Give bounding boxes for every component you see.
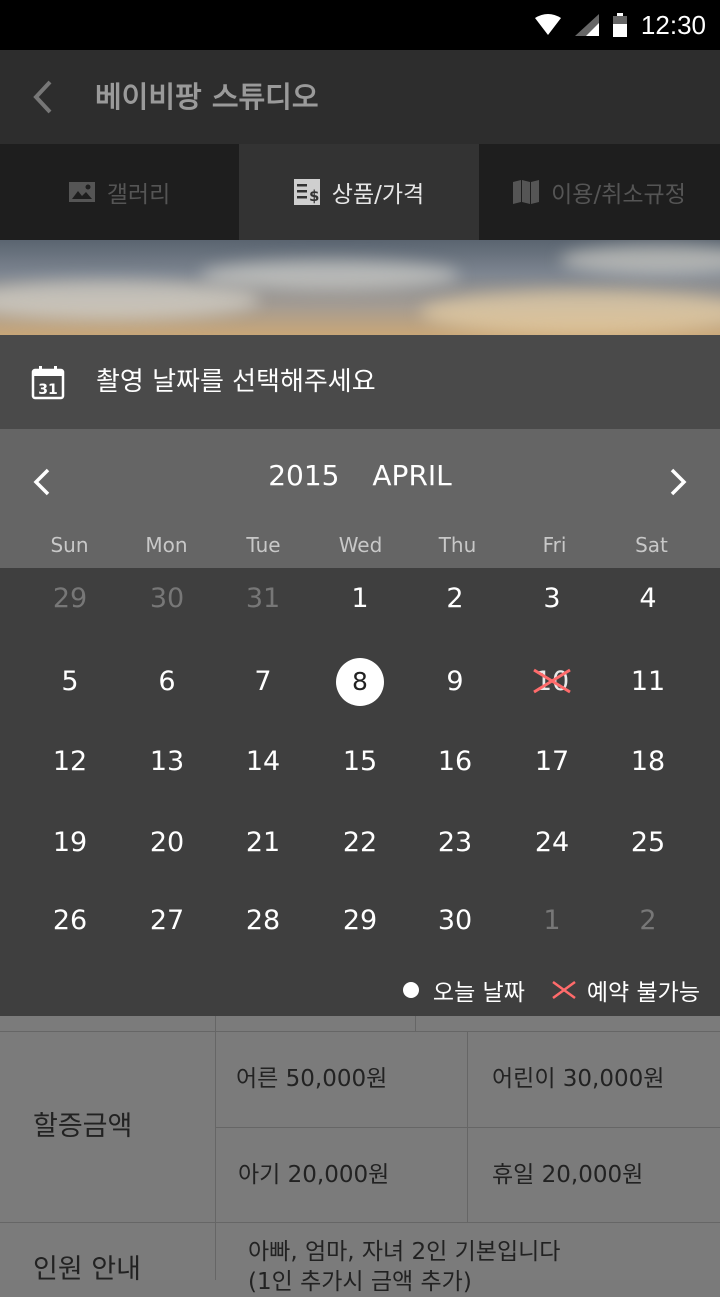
table-row bbox=[0, 1016, 720, 1032]
calendar-day[interactable]: 2 bbox=[425, 569, 485, 629]
calendar-day[interactable]: 23 bbox=[425, 813, 485, 873]
tab-label: 갤러리 bbox=[106, 182, 171, 208]
people-info-line: 아빠, 엄마, 자녀 2인 기본입니다 bbox=[248, 1239, 561, 1265]
month-name: APRIL bbox=[372, 459, 452, 492]
date-picker-header: 31 촬영 날짜를 선택해주세요 bbox=[0, 335, 720, 429]
calendar-day: 29 bbox=[52, 583, 88, 614]
calendar-day[interactable]: 20 bbox=[137, 813, 197, 873]
back-arrow-icon[interactable] bbox=[24, 74, 64, 120]
weekday-header: Sun Mon Tue Wed Thu Fri Sat bbox=[0, 533, 720, 557]
svg-text:31: 31 bbox=[38, 382, 57, 398]
receipt-dollar-icon: $ bbox=[293, 179, 320, 205]
calendar-day[interactable]: 1 bbox=[330, 569, 390, 629]
tab-bar: 갤러리 $ 상품/가격 이용/취소규정 bbox=[0, 144, 720, 240]
calendar-day[interactable]: 5 bbox=[40, 652, 100, 712]
calendar-day[interactable]: 27 bbox=[137, 891, 197, 951]
weekday-label: Sat bbox=[635, 533, 668, 557]
svg-text:$: $ bbox=[309, 187, 319, 205]
month-navigation: 2015 APRIL Sun Mon Tue Wed Thu Fri Sat bbox=[0, 429, 720, 568]
calendar-day: 1 bbox=[543, 905, 561, 936]
calendar-day-today[interactable]: 8 bbox=[336, 658, 384, 706]
page-title: 베이비팡 스튜디오 bbox=[95, 80, 319, 114]
next-month-icon[interactable] bbox=[664, 464, 692, 500]
today-dot-icon bbox=[402, 982, 419, 998]
calendar-day: 30 bbox=[149, 583, 185, 614]
tab-gallery[interactable]: 갤러리 bbox=[0, 144, 239, 240]
people-label: 인원 안내 bbox=[33, 1254, 141, 1285]
month-label: 2015 APRIL bbox=[0, 459, 720, 492]
signal-icon bbox=[574, 14, 599, 36]
table-row: 인원 안내 아빠, 엄마, 자녀 2인 기본입니다 (1인 추가시 금액 추가) bbox=[0, 1223, 720, 1295]
calendar-day[interactable]: 21 bbox=[233, 813, 293, 873]
weekday-label: Sun bbox=[50, 533, 89, 557]
calendar-day: 31 bbox=[245, 583, 281, 614]
calendar-day[interactable]: 25 bbox=[618, 813, 678, 873]
calendar-day[interactable]: 16 bbox=[425, 732, 485, 792]
table-row: 할증금액 어른 50,000원 어린이 30,000원 아기 20,000원 휴… bbox=[0, 1032, 720, 1223]
date-picker-title: 촬영 날짜를 선택해주세요 bbox=[96, 367, 376, 397]
calendar-day[interactable]: 28 bbox=[233, 891, 293, 951]
status-bar: 12:30 bbox=[0, 0, 720, 50]
calendar-day[interactable]: 30 bbox=[425, 891, 485, 951]
calendar-day[interactable]: 11 bbox=[618, 652, 678, 712]
year-label: 2015 bbox=[268, 459, 340, 492]
calendar-day[interactable]: 19 bbox=[40, 813, 100, 873]
map-book-icon bbox=[513, 180, 540, 204]
tab-label: 상품/가격 bbox=[331, 182, 425, 208]
unavailable-x-icon bbox=[533, 668, 571, 694]
calendar-day[interactable]: 12 bbox=[40, 732, 100, 792]
calendar-day[interactable]: 24 bbox=[522, 813, 582, 873]
price-table: 할증금액 어른 50,000원 어린이 30,000원 아기 20,000원 휴… bbox=[0, 1016, 720, 1295]
weekday-label: Tue bbox=[246, 533, 281, 557]
calendar-icon: 31 bbox=[31, 366, 65, 400]
tab-label: 이용/취소규정 bbox=[551, 182, 686, 208]
calendar-day[interactable]: 29 bbox=[330, 891, 390, 951]
calendar-day[interactable]: 9 bbox=[425, 652, 485, 712]
calendar-day[interactable]: 6 bbox=[137, 652, 197, 712]
calendar-day[interactable]: 13 bbox=[137, 732, 197, 792]
weekday-label: Wed bbox=[338, 533, 383, 557]
weekday-label: Thu bbox=[438, 533, 477, 557]
adult-price: 어른 50,000원 bbox=[236, 1066, 388, 1092]
banner-image bbox=[0, 240, 720, 335]
legend-unavailable-label: 예약 불가능 bbox=[586, 980, 700, 1006]
unavailable-x-icon bbox=[552, 980, 576, 1000]
calendar-day[interactable]: 3 bbox=[522, 569, 582, 629]
weekday-label: Mon bbox=[145, 533, 188, 557]
calendar-day: 2 bbox=[639, 905, 657, 936]
calendar-day[interactable]: 17 bbox=[522, 732, 582, 792]
people-info-line: (1인 추가시 금액 추가) bbox=[248, 1269, 472, 1295]
weekday-label: Fri bbox=[542, 533, 567, 557]
wifi-icon bbox=[534, 14, 561, 35]
calendar-day[interactable]: 7 bbox=[233, 652, 293, 712]
surcharge-label: 할증금액 bbox=[33, 1111, 133, 1142]
image-icon bbox=[68, 182, 95, 202]
calendar-day[interactable]: 22 bbox=[330, 813, 390, 873]
calendar-legend: 오늘 날짜 예약 불가능 bbox=[402, 972, 700, 1008]
calendar-day[interactable]: 18 bbox=[618, 732, 678, 792]
tab-usage-cancel-policy[interactable]: 이용/취소규정 bbox=[479, 144, 720, 240]
app-bar: 베이비팡 스튜디오 bbox=[0, 50, 720, 144]
clock: 12:30 bbox=[640, 9, 706, 40]
calendar-day[interactable]: 14 bbox=[233, 732, 293, 792]
holiday-price: 휴일 20,000원 bbox=[492, 1162, 644, 1188]
baby-price: 아기 20,000원 bbox=[238, 1162, 390, 1188]
legend-today-label: 오늘 날짜 bbox=[432, 980, 525, 1006]
people-info: 아빠, 엄마, 자녀 2인 기본입니다 (1인 추가시 금액 추가) bbox=[248, 1237, 560, 1297]
calendar-day[interactable]: 4 bbox=[618, 569, 678, 629]
calendar-day-unavailable: 10 bbox=[522, 652, 582, 712]
battery-icon bbox=[612, 13, 627, 37]
child-price: 어린이 30,000원 bbox=[492, 1066, 665, 1092]
calendar-day[interactable]: 26 bbox=[40, 891, 100, 951]
calendar-day[interactable]: 15 bbox=[330, 732, 390, 792]
calendar-grid: 오늘 날짜 예약 불가능 293031123456789101112131415… bbox=[0, 568, 720, 1016]
tab-products-prices[interactable]: $ 상품/가격 bbox=[239, 144, 479, 240]
